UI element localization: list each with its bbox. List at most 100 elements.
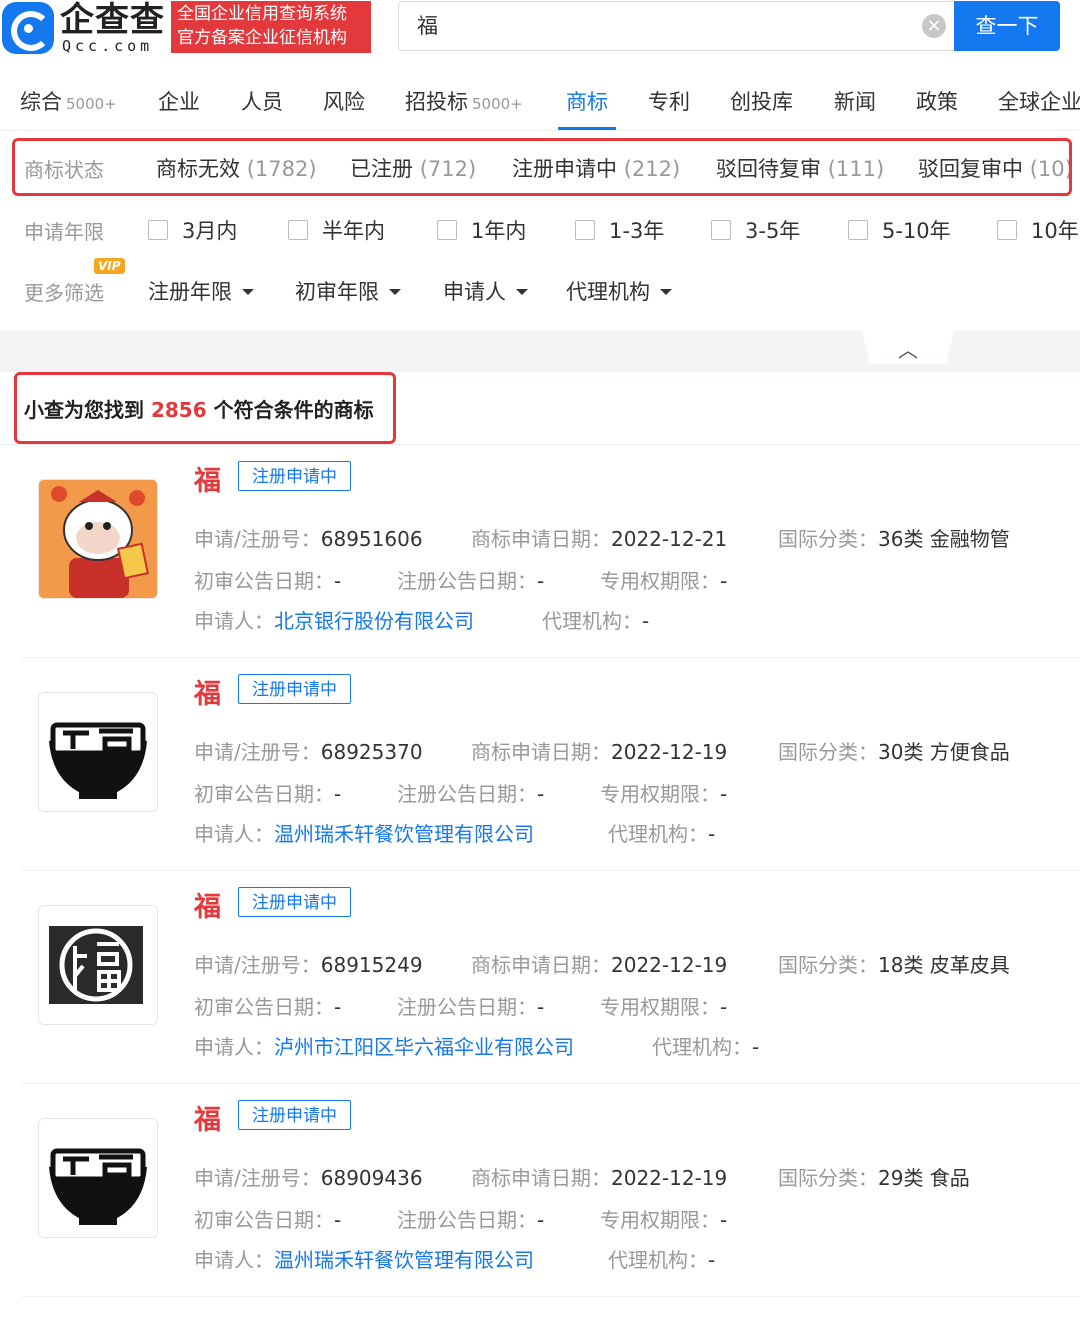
applicant-link[interactable]: 泸州市江阳区毕六福伞业有限公司	[274, 1035, 574, 1059]
agency: 代理机构：-	[608, 822, 716, 846]
vip-badge: VIP	[94, 258, 125, 274]
summary-highlight-box	[14, 372, 396, 444]
reg-no: 申请/注册号：68925370	[194, 740, 423, 764]
agency: 代理机构：-	[652, 1035, 760, 1059]
logo-domain: Qcc.com	[62, 37, 154, 55]
caret-down-icon	[389, 289, 401, 295]
search-box	[398, 1, 958, 51]
trademark-image[interactable]	[38, 905, 158, 1025]
reg-no: 申请/注册号：68915249	[194, 953, 423, 977]
tab-comprehensive[interactable]: 综合 5000+	[20, 86, 117, 116]
trademark-name[interactable]: 福	[194, 885, 221, 924]
prelim-date: 初审公告日期：-	[194, 569, 342, 593]
dropdown-applicant[interactable]: 申请人	[443, 276, 528, 306]
applicant-link[interactable]: 温州瑞禾轩餐饮管理有限公司	[274, 822, 534, 846]
checkbox-icon[interactable]	[711, 220, 731, 240]
tab-global[interactable]: 全球企业	[998, 86, 1080, 116]
category-tabs: 综合 5000+ 企业 人员 风险 招投标 5000+ 商标 专利 创投库 新闻 政…	[0, 72, 1080, 131]
tab-news[interactable]: 新闻	[834, 86, 876, 116]
search-button[interactable]: 查一下	[954, 1, 1060, 51]
top-bar: 企查查 Qcc.com 全国企业信用查询系统 官方备案企业征信机构 × 查一下	[0, 0, 1080, 70]
prelim-date: 初审公告日期：-	[194, 1208, 342, 1232]
tab-venture[interactable]: 创投库	[730, 86, 793, 116]
applicant: 申请人：北京银行股份有限公司	[194, 609, 474, 633]
trademark-image[interactable]	[38, 479, 158, 599]
badge-line-2: 官方备案企业征信机构	[177, 28, 347, 48]
search-input[interactable]	[415, 12, 899, 38]
status-badge: 注册申请中	[238, 461, 351, 491]
exclusive-period: 专用权期限：-	[600, 1208, 728, 1232]
trademark-card[interactable]: 福 注册申请中 申请/注册号：68951606 商标申请日期：2022-12-2…	[22, 445, 1080, 658]
year-option-1y[interactable]: 1年内	[437, 215, 526, 245]
year-option-3m[interactable]: 3月内	[148, 215, 237, 245]
prelim-date: 初审公告日期：-	[194, 782, 342, 806]
intl-class: 国际分类：36类 金融物管	[778, 527, 1010, 551]
intl-class: 国际分类：18类 皮革皮具	[778, 953, 1010, 977]
exclusive-period: 专用权期限：-	[600, 782, 728, 806]
trademark-name[interactable]: 福	[194, 672, 221, 711]
apply-date: 商标申请日期：2022-12-19	[471, 953, 728, 977]
year-filter-label: 申请年限	[24, 220, 104, 244]
intl-class: 国际分类：29类 食品	[778, 1166, 970, 1190]
applicant-link[interactable]: 温州瑞禾轩餐饮管理有限公司	[274, 1248, 534, 1272]
year-option-3-5y[interactable]: 3-5年	[711, 215, 800, 245]
checkbox-icon[interactable]	[848, 220, 868, 240]
clear-search-icon[interactable]: ×	[922, 14, 946, 38]
tab-trademark[interactable]: 商标	[566, 86, 608, 116]
tab-company[interactable]: 企业	[158, 86, 200, 116]
year-option-1-3y[interactable]: 1-3年	[575, 215, 664, 245]
tab-patent[interactable]: 专利	[648, 86, 690, 116]
status-badge: 注册申请中	[238, 1100, 351, 1130]
agency: 代理机构：-	[542, 609, 650, 633]
logo-text[interactable]: 企查查	[60, 0, 165, 40]
reg-date: 注册公告日期：-	[397, 1208, 545, 1232]
trademark-image[interactable]	[38, 1118, 158, 1238]
year-filter-row: 申请年限 3月内 半年内 1年内 1-3年 3-5年 5-10年 10年以上	[0, 200, 1080, 260]
year-option-5-10y[interactable]: 5-10年	[848, 215, 951, 245]
dropdown-agency[interactable]: 代理机构	[566, 276, 672, 306]
qcc-logo-icon[interactable]	[2, 2, 54, 54]
trademark-name[interactable]: 福	[194, 1098, 221, 1137]
reg-no: 申请/注册号：68951606	[194, 527, 423, 551]
status-badge: 注册申请中	[238, 674, 351, 704]
trademark-image[interactable]	[38, 692, 158, 812]
checkbox-icon[interactable]	[148, 220, 168, 240]
dropdown-prelim-years[interactable]: 初审年限	[295, 276, 401, 306]
tab-person[interactable]: 人员	[241, 86, 283, 116]
applicant: 申请人：温州瑞禾轩餐饮管理有限公司	[194, 822, 534, 846]
year-option-6m[interactable]: 半年内	[288, 215, 385, 245]
apply-date: 商标申请日期：2022-12-21	[471, 527, 728, 551]
year-option-10y-plus[interactable]: 10年以上	[997, 215, 1080, 245]
reg-date: 注册公告日期：-	[397, 569, 545, 593]
status-badge: 注册申请中	[238, 887, 351, 917]
apply-date: 商标申请日期：2022-12-19	[471, 1166, 728, 1190]
checkbox-icon[interactable]	[437, 220, 457, 240]
tab-bidding[interactable]: 招投标 5000+	[405, 86, 523, 116]
collapse-filters-button[interactable]: ︿	[862, 330, 954, 364]
trademark-card[interactable]: 福 注册申请中 申请/注册号：68925370 商标申请日期：2022-12-1…	[22, 658, 1080, 871]
reg-date: 注册公告日期：-	[397, 995, 545, 1019]
applicant-link[interactable]: 北京银行股份有限公司	[274, 609, 474, 633]
tab-policy[interactable]: 政策	[916, 86, 958, 116]
trademark-name[interactable]: 福	[194, 459, 221, 498]
checkbox-icon[interactable]	[288, 220, 308, 240]
badge-line-1: 全国企业信用查询系统	[177, 4, 347, 24]
applicant: 申请人：泸州市江阳区毕六福伞业有限公司	[194, 1035, 574, 1059]
dropdown-reg-years[interactable]: 注册年限	[148, 276, 254, 306]
intl-class: 国际分类：30类 方便食品	[778, 740, 1010, 764]
trademark-card[interactable]: 福 注册申请中 申请/注册号：68909436 商标申请日期：2022-12-1…	[22, 1084, 1080, 1297]
agency: 代理机构：-	[608, 1248, 716, 1272]
checkbox-icon[interactable]	[575, 220, 595, 240]
tab-risk[interactable]: 风险	[323, 86, 365, 116]
apply-date: 商标申请日期：2022-12-19	[471, 740, 728, 764]
trademark-card[interactable]: 福 注册申请中 申请/注册号：68915249 商标申请日期：2022-12-1…	[22, 871, 1080, 1084]
exclusive-period: 专用权期限：-	[600, 995, 728, 1019]
caret-down-icon	[242, 289, 254, 295]
reg-date: 注册公告日期：-	[397, 782, 545, 806]
status-highlight-box	[12, 138, 1072, 196]
chevron-up-icon: ︿	[898, 338, 918, 362]
reg-no: 申请/注册号：68909436	[194, 1166, 423, 1190]
official-badge: 全国企业信用查询系统 官方备案企业征信机构	[171, 1, 371, 53]
checkbox-icon[interactable]	[997, 220, 1017, 240]
active-tab-indicator	[558, 127, 616, 130]
